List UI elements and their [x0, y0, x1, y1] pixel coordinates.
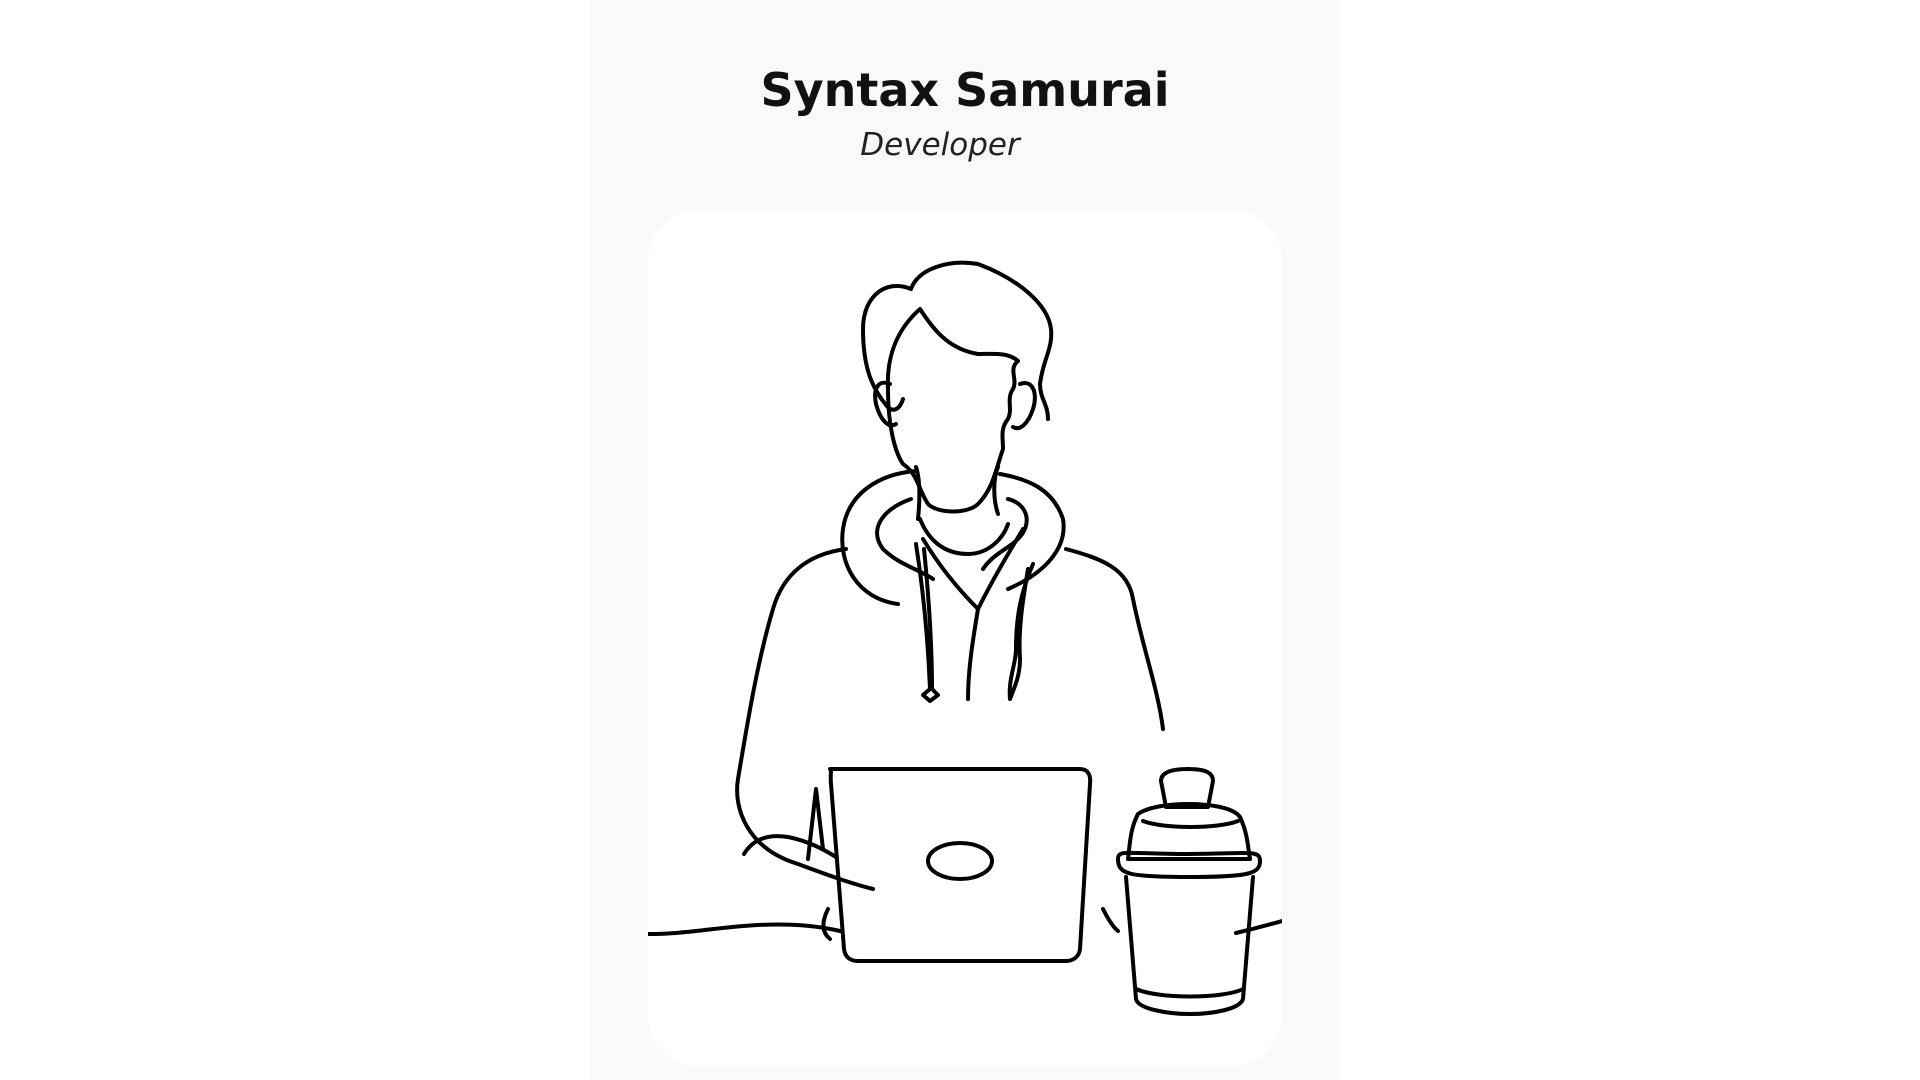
page: Syntax Samurai Developer — [0, 0, 1920, 1080]
profile-name: Syntax Samurai — [760, 63, 1170, 117]
profile-role: Developer — [860, 127, 1020, 163]
cup-lid-rim — [1141, 819, 1240, 829]
collar — [918, 517, 1010, 556]
face — [885, 307, 1020, 514]
laptop — [828, 767, 1093, 963]
zip-line — [966, 607, 980, 701]
profile-panel: Syntax Samurai Developer — [590, 0, 1340, 1080]
hair-top — [909, 260, 1054, 421]
table-left — [648, 922, 842, 936]
drawstring-left — [914, 542, 940, 703]
table-right — [1234, 919, 1282, 935]
left-hand-keyboard — [821, 907, 832, 941]
cup-top — [1159, 767, 1215, 809]
cup-bottom — [1134, 987, 1245, 999]
cup-lid — [1126, 802, 1252, 861]
right-hand-cup — [1101, 907, 1120, 933]
neck-right — [992, 465, 1000, 516]
left-shoulder — [735, 547, 875, 891]
laptop-logo — [926, 841, 994, 881]
right-shoulder — [1064, 547, 1165, 731]
cup-band — [1116, 850, 1262, 879]
developer-illustration — [648, 260, 1282, 1016]
right-ear — [1011, 381, 1037, 430]
neck-left — [914, 465, 922, 521]
illustration-card — [648, 209, 1282, 1067]
